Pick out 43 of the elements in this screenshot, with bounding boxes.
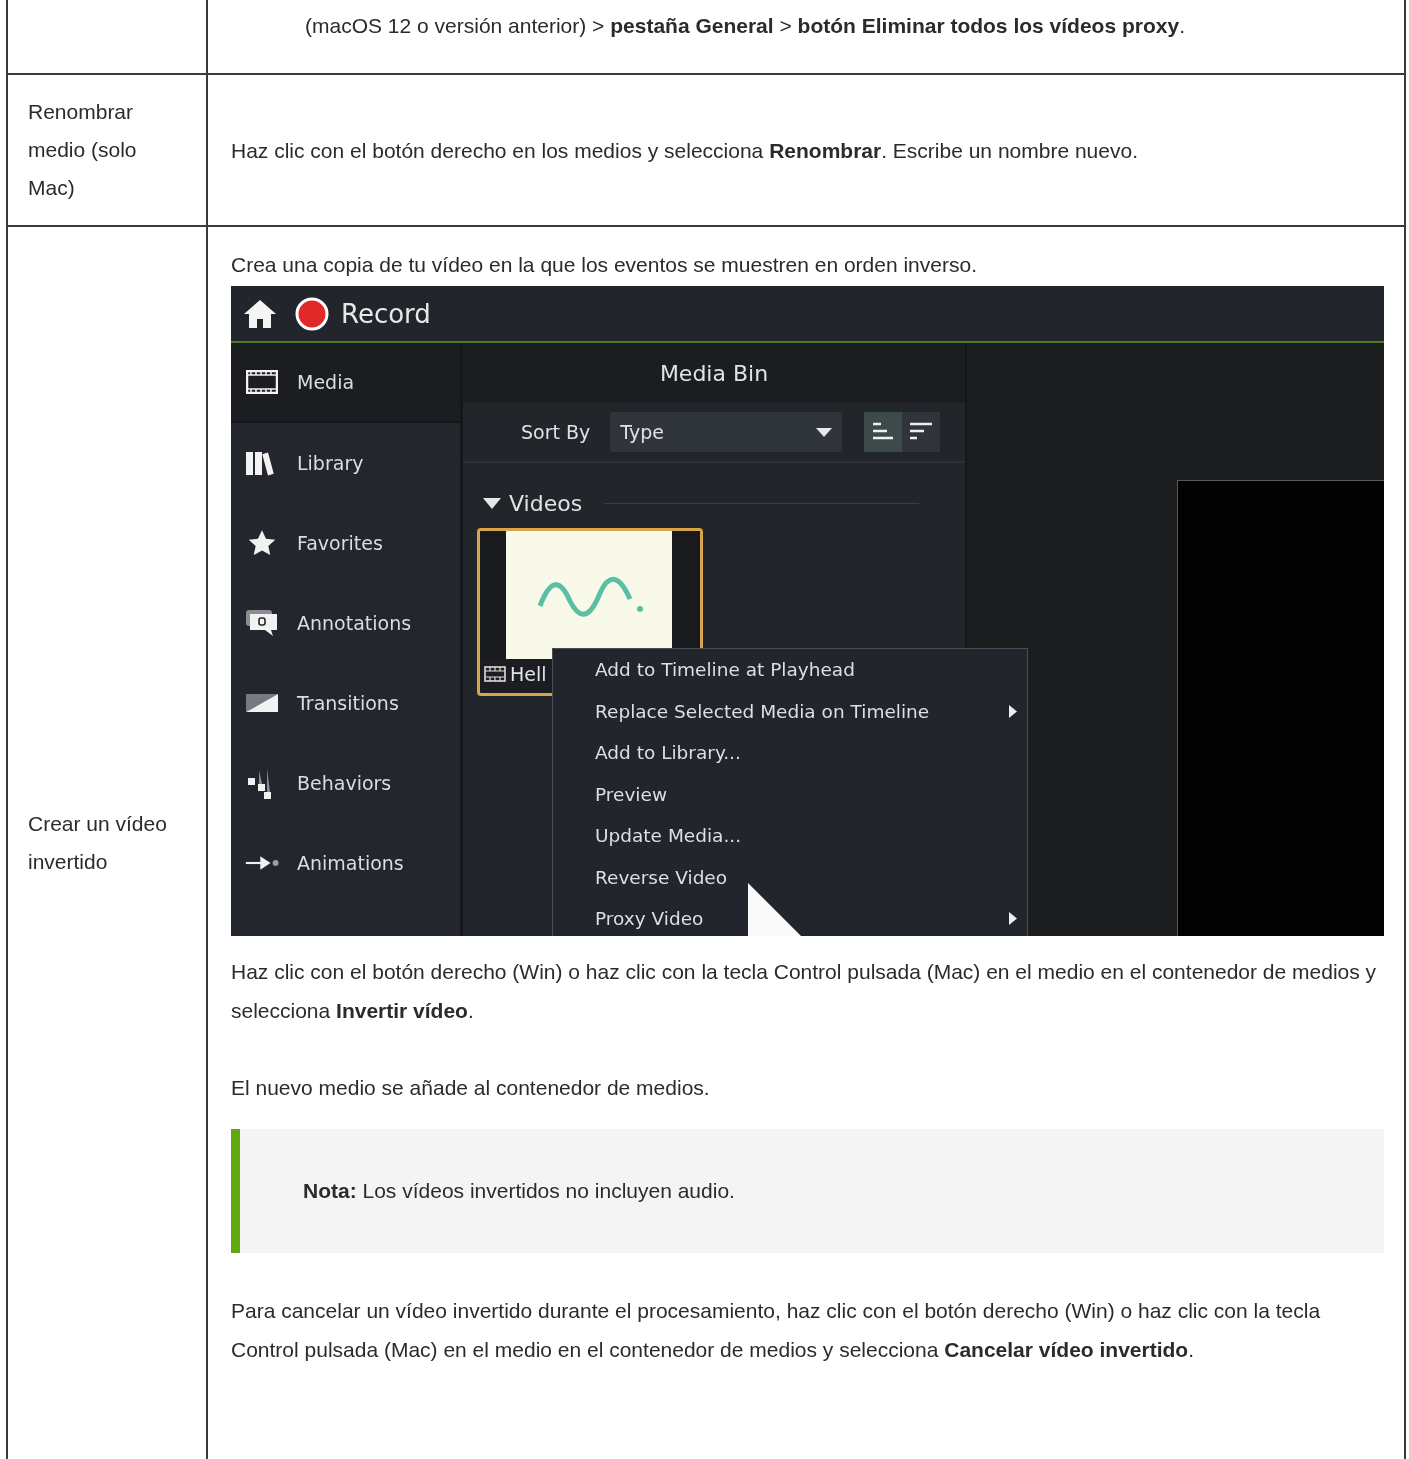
sidebar-item[interactable]: Transitions bbox=[231, 663, 460, 743]
panel-title: Media Bin bbox=[463, 343, 965, 403]
menu-item[interactable]: Update Media... bbox=[553, 815, 1027, 857]
paragraph: El nuevo medio se añade al contenedor de medios. bbox=[231, 1075, 711, 1101]
sidebar-item[interactable]: Behaviors bbox=[231, 743, 460, 823]
menu-item[interactable]: Proxy Video bbox=[553, 898, 1027, 936]
submenu-arrow-icon bbox=[1009, 912, 1017, 926]
menu-item[interactable]: Add to Library... bbox=[553, 732, 1027, 774]
arrow-icon bbox=[245, 853, 279, 873]
row-label: Crear un vídeo invertido bbox=[28, 811, 168, 875]
menu-item[interactable]: Reverse Video bbox=[553, 856, 1027, 898]
transition-icon bbox=[245, 693, 279, 713]
submenu-arrow-icon bbox=[1009, 704, 1017, 718]
speech-bubble-icon bbox=[245, 609, 279, 637]
list-icon bbox=[909, 422, 934, 442]
record-button[interactable]: Record bbox=[295, 296, 431, 331]
record-icon bbox=[295, 296, 329, 331]
sort-label: Sort By bbox=[521, 421, 591, 443]
paragraph: Haz clic con el botón derecho (Win) o haz clic con la tecla Control pulsada (Mac) en el medio en el contenedor de medios y selecciona Invertir vídeo. bbox=[231, 959, 1378, 1024]
row-label: Renombrar medio (solo Mac) bbox=[28, 99, 138, 201]
caret-icon bbox=[816, 427, 833, 437]
paragraph: Crea una copia de tu vídeo en la que los eventos se muestren en orden inverso. bbox=[231, 252, 978, 278]
film-icon bbox=[246, 370, 278, 394]
paragraph: Para cancelar un vídeo invertido durante el procesamiento, haz clic con el botón derecho (Win) o haz clic con la tecla Control pulsada (Mac) en el medio en el contenedor de medios y selecciona Cancelar vídeo invertido. bbox=[231, 1298, 1322, 1363]
collapse-arrow-icon[interactable] bbox=[483, 498, 501, 509]
sidebar-item[interactable]: Media bbox=[231, 343, 460, 423]
sidebar-item[interactable]: Animations bbox=[231, 823, 460, 903]
view-toggle[interactable] bbox=[902, 412, 941, 452]
sidebar-item[interactable]: Library bbox=[231, 423, 460, 503]
sidebar-item[interactable]: Favorites bbox=[231, 503, 460, 583]
view-toggle[interactable] bbox=[864, 412, 903, 452]
paragraph: Haz clic con el botón derecho en los medios y selecciona Renombrar. Escribe un nombre nuevo. bbox=[231, 137, 1139, 164]
star-icon bbox=[247, 529, 277, 557]
section-title: Videos bbox=[509, 491, 583, 516]
clip-name: Hell bbox=[510, 663, 547, 685]
menu-item[interactable]: Preview bbox=[553, 773, 1027, 815]
list-icon bbox=[872, 422, 895, 442]
sort-dropdown[interactable]: Type bbox=[610, 412, 843, 452]
paragraph: (macOS 12 o versión anterior) > pestaña General > botón Eliminar todos los vídeos proxy. bbox=[304, 13, 1186, 39]
sidebar-item[interactable]: Annotations bbox=[231, 583, 460, 663]
film-icon bbox=[484, 666, 506, 682]
note-text: Nota: Los vídeos invertidos no incluyen audio. bbox=[303, 1179, 735, 1203]
home-icon[interactable] bbox=[243, 298, 277, 329]
